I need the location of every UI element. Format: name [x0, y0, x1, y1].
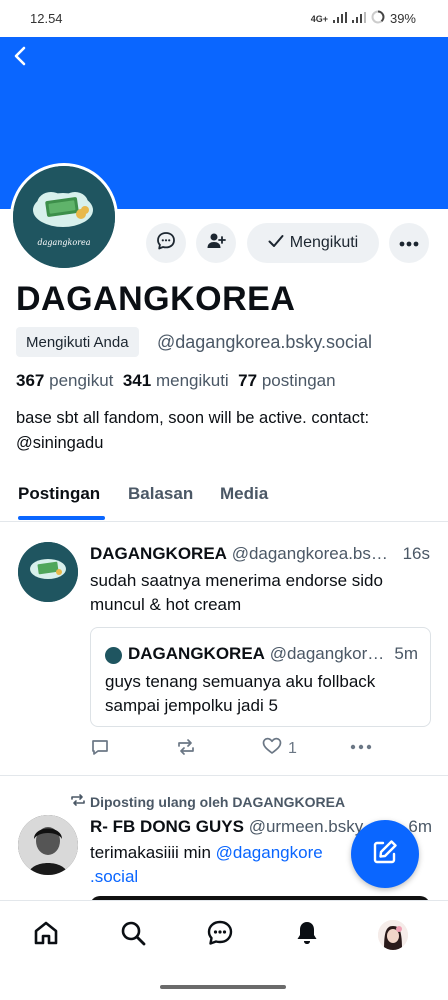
- profile-bio: base sbt all fandom, soon will be active…: [16, 406, 436, 456]
- signal-icon-2: [351, 11, 366, 26]
- back-button[interactable]: [8, 44, 32, 72]
- tab-media[interactable]: Media: [220, 484, 268, 504]
- home-icon: [32, 919, 60, 952]
- profile-handle: @dagangkorea.bsky.social: [157, 332, 373, 352]
- bell-icon: [293, 919, 321, 952]
- profile-avatar: [378, 920, 408, 950]
- repost-icon: [70, 793, 86, 810]
- following-count: 341: [122, 371, 152, 390]
- post-author-handle: @urmeen.bsky: [248, 817, 364, 836]
- reply-button[interactable]: [90, 737, 110, 762]
- signal-icon: [332, 11, 347, 26]
- bio-mention[interactable]: @siningadu: [16, 431, 436, 456]
- battery-icon: [371, 10, 385, 27]
- post-author-avatar[interactable]: [18, 542, 78, 602]
- like-count: 1: [288, 739, 297, 757]
- quoted-post-header: DAGANGKOREA @dagangkor… 5m: [128, 644, 418, 664]
- posts-label: postingan: [261, 371, 336, 390]
- person-add-icon: [206, 231, 226, 256]
- repost-label: Diposting ulang oleh DAGANGKOREA: [90, 793, 346, 810]
- quoted-text-line: sampai jempolku jadi 5: [105, 696, 278, 715]
- post-actions: 1: [90, 737, 390, 761]
- status-time: 12.54: [30, 11, 63, 26]
- checkmark-icon: [268, 234, 284, 253]
- network-type: 4G+: [310, 13, 328, 24]
- bio-line: base sbt all fandom, soon will be active…: [16, 409, 370, 427]
- profile-stats: 367 pengikut 341 mengikuti 77 postingan: [16, 371, 336, 391]
- quoted-post[interactable]: DAGANGKOREA @dagangkor… 5m guys tenang s…: [90, 627, 431, 727]
- ellipsis-icon: [350, 737, 372, 755]
- status-bar: 12.54 4G+ 39%: [0, 0, 448, 37]
- post-text-line: sudah saatnya menerima endorse sido: [90, 571, 383, 590]
- search-icon: [119, 919, 147, 952]
- chevron-left-icon: [13, 46, 27, 71]
- mention-link[interactable]: @dagangkore: [216, 843, 323, 862]
- quoted-author-handle: @dagangkor…: [269, 644, 385, 663]
- mention-link[interactable]: .social: [90, 867, 138, 886]
- active-tab-indicator: [18, 516, 105, 520]
- followers-stat[interactable]: 367 pengikut: [16, 371, 113, 390]
- repost-icon: [175, 737, 197, 762]
- nav-chat[interactable]: [202, 917, 238, 953]
- quoted-author-avatar: [105, 647, 122, 664]
- posts-count: 77: [238, 371, 258, 390]
- post-timestamp: 16s: [402, 544, 430, 563]
- post-author-name[interactable]: DAGANGKOREA: [90, 544, 227, 563]
- follows-you-badge: Mengikuti Anda: [16, 327, 139, 357]
- post-text-line: terimakasiiii min: [90, 843, 216, 862]
- compose-button[interactable]: [351, 820, 419, 888]
- quoted-post-text: guys tenang semuanya aku follback sampai…: [105, 670, 425, 718]
- reply-icon: [90, 737, 110, 762]
- chat-bubble-icon: [156, 231, 176, 256]
- post-text: sudah saatnya menerima endorse sido munc…: [90, 569, 420, 617]
- feed-post[interactable]: DAGANGKOREA @dagangkorea.bs… 16s sudah s…: [0, 523, 448, 776]
- following-stat-label: mengikuti: [155, 371, 229, 390]
- compose-icon: [370, 837, 400, 872]
- post-author-name[interactable]: R- FB DONG GUYS: [90, 817, 244, 836]
- nav-home[interactable]: [28, 917, 64, 953]
- repost-indicator[interactable]: Diposting ulang oleh DAGANGKOREA: [70, 793, 345, 810]
- message-button[interactable]: [146, 223, 186, 263]
- tab-posts[interactable]: Postingan: [18, 484, 100, 504]
- avatar-text: dagangkorea: [37, 238, 91, 247]
- nav-profile[interactable]: [375, 917, 411, 953]
- nav-search[interactable]: [115, 917, 151, 953]
- quoted-timestamp: 5m: [394, 644, 418, 663]
- following-button[interactable]: Mengikuti: [247, 223, 379, 263]
- following-label: Mengikuti: [289, 234, 359, 251]
- profile-avatar[interactable]: dagangkorea: [10, 163, 118, 271]
- like-button[interactable]: 1: [262, 737, 297, 760]
- nav-notifications[interactable]: [289, 917, 325, 953]
- post-author-handle: @dagangkorea.bs…: [231, 544, 388, 563]
- followers-count: 367: [16, 371, 45, 390]
- home-indicator: [160, 985, 286, 989]
- profile-tabs: Postingan Balasan Media: [0, 474, 448, 522]
- add-user-button[interactable]: [196, 223, 236, 263]
- following-stat[interactable]: 341 mengikuti: [123, 371, 229, 390]
- quoted-author-name: DAGANGKOREA: [128, 644, 265, 663]
- heart-icon: [262, 737, 282, 760]
- post-header: DAGANGKOREA @dagangkorea.bs… 16s: [90, 544, 432, 564]
- post-author-avatar[interactable]: [18, 815, 78, 875]
- tab-replies[interactable]: Balasan: [128, 484, 193, 504]
- battery-percent: 39%: [389, 11, 416, 26]
- more-button[interactable]: [389, 223, 429, 263]
- chat-icon: [206, 919, 234, 952]
- bottom-navigation: [0, 900, 448, 1000]
- followers-label: pengikut: [49, 371, 114, 390]
- ellipsis-icon: [399, 234, 419, 252]
- repost-button[interactable]: [175, 737, 197, 762]
- post-text-line: muncul & hot cream: [90, 595, 242, 614]
- posts-stat: 77 postingan: [238, 371, 335, 390]
- profile-display-name: DAGANGKOREA: [16, 280, 296, 318]
- status-icons: 4G+ 39%: [311, 10, 416, 27]
- quoted-text-line: guys tenang semuanya aku follback: [105, 672, 376, 691]
- post-more-button[interactable]: [350, 737, 372, 755]
